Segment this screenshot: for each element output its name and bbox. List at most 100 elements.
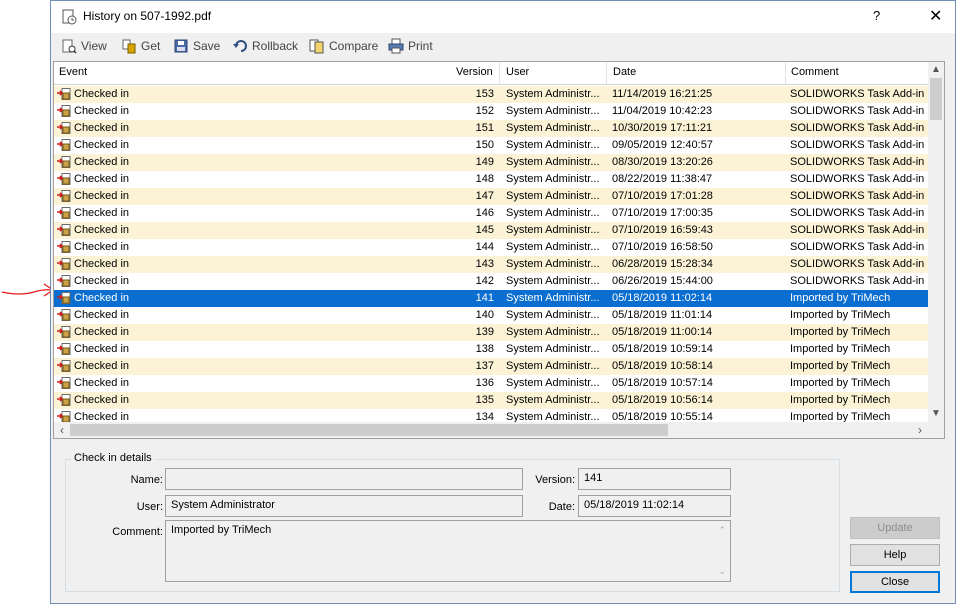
comment-cell: Imported by TriMech bbox=[790, 377, 891, 389]
close-window-button[interactable]: ✕ bbox=[929, 6, 942, 26]
close-button[interactable]: Close bbox=[850, 571, 940, 593]
event-cell: Checked in bbox=[74, 292, 130, 304]
view-button[interactable]: View bbox=[61, 37, 107, 55]
table-row[interactable]: Checked in 144 System Administr... 07/10/20… bbox=[54, 239, 928, 256]
table-row[interactable]: Checked in 151 System Administr... 10/30/20… bbox=[54, 120, 928, 137]
column-header-date[interactable]: Date bbox=[613, 66, 636, 78]
event-cell: Checked in bbox=[74, 377, 130, 389]
event-cell: Checked in bbox=[74, 105, 130, 117]
grid-header: Event Version User Date Comment bbox=[54, 62, 928, 85]
column-header-version[interactable]: Version bbox=[456, 66, 493, 78]
comment-cell: Imported by TriMech bbox=[790, 292, 891, 304]
table-row[interactable]: Checked in 152 System Administr... 11/04/20… bbox=[54, 103, 928, 120]
vertical-scroll-thumb[interactable] bbox=[930, 78, 942, 120]
date-cell: 11/14/2019 16:21:25 bbox=[612, 88, 713, 100]
date-cell: 05/18/2019 10:57:14 bbox=[612, 377, 713, 389]
checked-in-icon bbox=[57, 292, 71, 305]
comment-cell: SOLIDWORKS Task Add-in bbox=[790, 105, 925, 117]
history-icon bbox=[62, 9, 77, 25]
table-row[interactable]: Checked in 146 System Administr... 07/10/20… bbox=[54, 205, 928, 222]
version-cell: 151 bbox=[475, 122, 494, 134]
checked-in-icon bbox=[57, 190, 71, 203]
table-row[interactable]: Checked in 150 System Administr... 09/05/20… bbox=[54, 137, 928, 154]
checked-in-icon bbox=[57, 88, 71, 101]
checked-in-icon bbox=[57, 105, 71, 118]
get-label: Get bbox=[141, 39, 161, 53]
checked-in-icon bbox=[57, 207, 71, 220]
event-cell: Checked in bbox=[74, 360, 130, 372]
user-cell: System Administr... bbox=[506, 326, 600, 338]
checked-in-icon bbox=[57, 275, 71, 288]
table-row[interactable]: Checked in 149 System Administr... 08/30/20… bbox=[54, 154, 928, 171]
date-cell: 06/26/2019 15:44:00 bbox=[612, 275, 713, 287]
compare-label: Compare bbox=[329, 39, 379, 53]
table-row[interactable]: Checked in 138 System Administr... 05/18/20… bbox=[54, 341, 928, 358]
table-row[interactable]: Checked in 148 System Administr... 08/22/20… bbox=[54, 171, 928, 188]
vertical-scrollbar[interactable]: ▲ ▼ bbox=[928, 62, 944, 422]
get-button[interactable]: Get bbox=[121, 37, 160, 55]
column-header-comment[interactable]: Comment bbox=[791, 66, 839, 78]
version-cell: 145 bbox=[475, 224, 494, 236]
compare-button[interactable]: Compare bbox=[309, 37, 378, 55]
checked-in-icon bbox=[57, 309, 71, 322]
event-cell: Checked in bbox=[74, 241, 130, 253]
date-cell: 05/18/2019 11:02:14 bbox=[612, 292, 713, 304]
comment-cell: SOLIDWORKS Task Add-in bbox=[790, 173, 925, 185]
column-header-user[interactable]: User bbox=[506, 66, 529, 78]
date-cell: 11/04/2019 10:42:23 bbox=[612, 105, 713, 117]
help-button[interactable]: Help bbox=[850, 544, 940, 566]
date-cell: 10/30/2019 17:11:21 bbox=[612, 122, 713, 134]
scroll-up-icon[interactable]: ▲ bbox=[928, 62, 944, 78]
rollback-icon bbox=[233, 40, 247, 52]
scroll-down-icon[interactable]: ▼ bbox=[928, 406, 944, 422]
table-row[interactable]: Checked in 142 System Administr... 06/26/20… bbox=[54, 273, 928, 290]
comment-scroll-up-icon[interactable]: ⌃ bbox=[718, 525, 726, 536]
user-cell: System Administr... bbox=[506, 105, 600, 117]
comment-field[interactable]: Imported by TriMech ⌃ ⌄ bbox=[165, 520, 731, 582]
comment-scroll-down-icon[interactable]: ⌄ bbox=[718, 566, 726, 577]
user-field[interactable]: System Administrator bbox=[165, 495, 523, 517]
update-button[interactable]: Update bbox=[850, 517, 940, 539]
user-cell: System Administr... bbox=[506, 88, 600, 100]
horizontal-scroll-thumb[interactable] bbox=[70, 424, 668, 436]
user-cell: System Administr... bbox=[506, 292, 600, 304]
table-row[interactable]: Checked in 145 System Administr... 07/10/20… bbox=[54, 222, 928, 239]
checked-in-icon bbox=[57, 224, 71, 237]
checked-in-icon bbox=[57, 139, 71, 152]
history-grid: Event Version User Date Comment Checked … bbox=[53, 61, 945, 439]
help-title-button[interactable]: ? bbox=[873, 8, 880, 23]
user-cell: System Administr... bbox=[506, 139, 600, 151]
table-row[interactable]: Checked in 137 System Administr... 05/18/20… bbox=[54, 358, 928, 375]
version-cell: 148 bbox=[475, 173, 494, 185]
date-cell: 05/18/2019 10:59:14 bbox=[612, 343, 713, 355]
version-cell: 141 bbox=[475, 292, 494, 304]
checked-in-icon bbox=[57, 122, 71, 135]
horizontal-scrollbar[interactable]: ‹ › bbox=[54, 422, 944, 438]
date-cell: 07/10/2019 17:01:28 bbox=[612, 190, 713, 202]
table-row[interactable]: Checked in 147 System Administr... 07/10/20… bbox=[54, 188, 928, 205]
print-button[interactable]: Print bbox=[388, 37, 433, 55]
version-field[interactable]: 141 bbox=[578, 468, 731, 490]
table-row[interactable]: Checked in 135 System Administr... 05/18/20… bbox=[54, 392, 928, 409]
table-row[interactable]: Checked in 141 System Administr... 05/18/20… bbox=[54, 290, 928, 307]
version-cell: 153 bbox=[475, 88, 494, 100]
comment-cell: Imported by TriMech bbox=[790, 343, 891, 355]
scroll-left-icon[interactable]: ‹ bbox=[54, 422, 70, 438]
comment-cell: SOLIDWORKS Task Add-in bbox=[790, 139, 925, 151]
date-field[interactable]: 05/18/2019 11:02:14 bbox=[578, 495, 731, 517]
history-rows: Checked in 153 System Administr... 11/14/20… bbox=[54, 86, 928, 426]
rollback-button[interactable]: Rollback bbox=[232, 37, 298, 55]
table-row[interactable]: Checked in 140 System Administr... 05/18/20… bbox=[54, 307, 928, 324]
checked-in-icon bbox=[57, 343, 71, 356]
table-row[interactable]: Checked in 153 System Administr... 11/14/20… bbox=[54, 86, 928, 103]
save-icon bbox=[174, 39, 188, 53]
user-label: User: bbox=[136, 501, 163, 513]
save-button[interactable]: Save bbox=[173, 37, 220, 55]
column-header-event[interactable]: Event bbox=[59, 66, 87, 78]
scroll-right-icon[interactable]: › bbox=[912, 422, 928, 438]
table-row[interactable]: Checked in 139 System Administr... 05/18/20… bbox=[54, 324, 928, 341]
table-row[interactable]: Checked in 136 System Administr... 05/18/20… bbox=[54, 375, 928, 392]
table-row[interactable]: Checked in 143 System Administr... 06/28/20… bbox=[54, 256, 928, 273]
event-cell: Checked in bbox=[74, 139, 130, 151]
name-field[interactable] bbox=[165, 468, 523, 490]
